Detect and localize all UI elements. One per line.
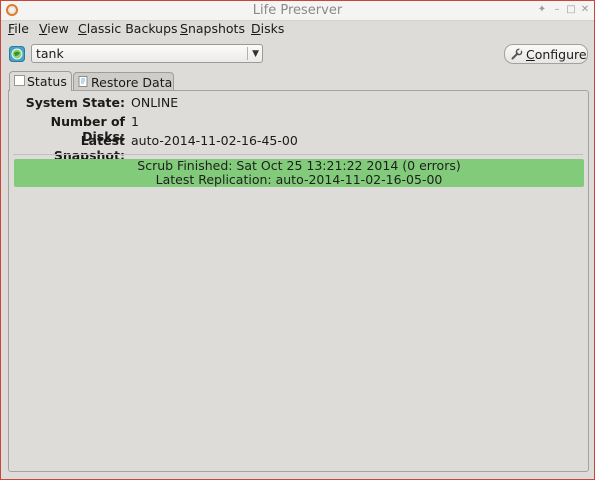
window-menu-icon[interactable]: ✦	[535, 3, 549, 17]
status-page-icon	[14, 75, 25, 86]
menu-classic-backups-label: Classic Backups	[78, 21, 178, 36]
restore-document-icon	[78, 76, 88, 87]
menu-snapshots[interactable]: Snapshots	[180, 21, 245, 36]
scrub-status-text: Scrub Finished: Sat Oct 25 13:21:22 2014…	[137, 158, 461, 173]
app-window: Life Preserver ✦ – □ ✕ File View Classic…	[0, 0, 595, 480]
window-title: Life Preserver	[252, 3, 343, 18]
latest-snapshot-value: auto-2014-11-02-16-45-00	[131, 133, 298, 148]
menu-disks-label: Disks	[251, 21, 285, 36]
maximize-icon[interactable]: □	[564, 3, 578, 17]
tab-status[interactable]: Status	[9, 71, 72, 91]
number-of-disks-value: 1	[131, 114, 139, 129]
pool-globe-icon	[9, 46, 25, 62]
wrench-icon	[511, 48, 523, 60]
system-state-label: System State:	[25, 95, 125, 110]
configure-label: Configure	[526, 47, 587, 62]
tab-restore-data[interactable]: Restore Data	[73, 72, 174, 91]
pool-select-value: tank	[36, 46, 64, 61]
menu-file[interactable]: File	[8, 21, 29, 36]
menu-disks[interactable]: Disks	[251, 21, 284, 36]
status-banner: Scrub Finished: Sat Oct 25 13:21:22 2014…	[14, 159, 584, 187]
close-icon[interactable]: ✕	[578, 3, 592, 17]
replication-status-text: Latest Replication: auto-2014-11-02-16-0…	[155, 172, 443, 187]
menu-snapshots-label: Snapshots	[180, 21, 245, 36]
system-state-value: ONLINE	[131, 95, 179, 110]
pool-select[interactable]: tank ▼	[31, 44, 263, 63]
tab-restore-data-label: Restore Data	[91, 75, 173, 90]
menu-classic-backups[interactable]: Classic Backups	[78, 21, 178, 36]
menu-view[interactable]: View	[39, 21, 69, 36]
minimize-icon[interactable]: –	[550, 3, 564, 17]
chevron-down-icon: ▼	[252, 49, 259, 59]
menu-bar: File View Classic Backups Snapshots Disk…	[1, 20, 594, 38]
menu-file-label: File	[8, 21, 29, 36]
title-bar[interactable]: Life Preserver ✦ – □ ✕	[1, 1, 594, 21]
select-divider	[247, 47, 248, 60]
section-divider	[13, 154, 583, 155]
menu-view-label: View	[39, 21, 69, 36]
configure-button[interactable]: Configure	[504, 44, 588, 64]
tab-status-label: Status	[27, 74, 67, 89]
